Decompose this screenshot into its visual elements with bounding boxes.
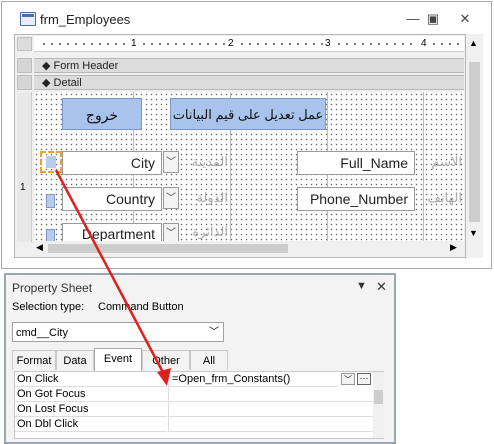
- arrow-head: [157, 368, 171, 386]
- arrow-line: [54, 169, 169, 381]
- annotation-arrow: [54, 169, 171, 386]
